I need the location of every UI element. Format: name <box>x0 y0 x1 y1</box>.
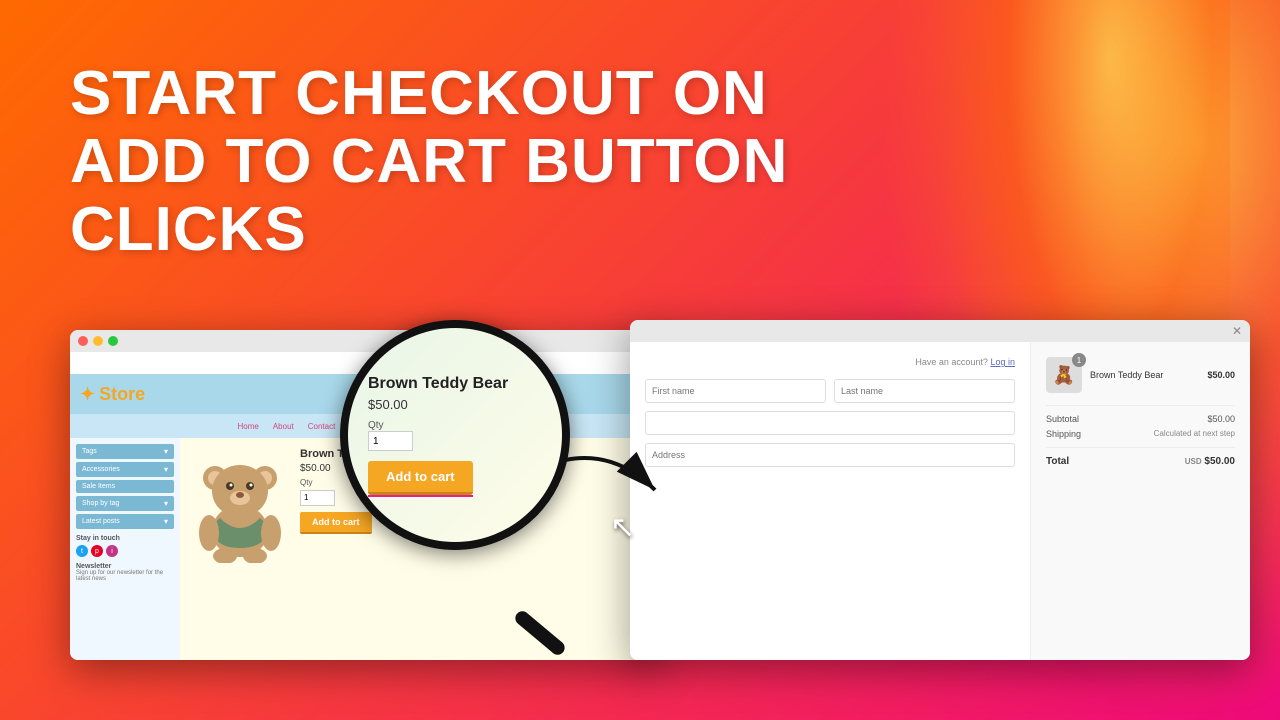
arrow-icon: ▾ <box>164 465 168 474</box>
sidebar-item-tags: Tags ▾ <box>76 444 174 459</box>
address-row <box>645 443 1015 467</box>
country-row <box>645 411 1015 435</box>
store-add-to-cart-button[interactable]: Add to cart <box>300 512 372 534</box>
have-account-text: Have an account? Log in <box>645 357 1015 367</box>
store-sidebar: Tags ▾ Accessories ▾ Sale Items Shop by … <box>70 438 180 660</box>
sidebar-item-accessories: Accessories ▾ <box>76 462 174 477</box>
main-headline: START CHECKOUT ON ADD TO CART BUTTON CLI… <box>70 60 850 265</box>
checkout-close-button[interactable]: ✕ <box>1232 324 1242 338</box>
summary-product-name: Brown Teddy Bear <box>1090 370 1199 380</box>
store-title-text: Store <box>99 384 145 405</box>
total-label: Total <box>1046 456 1069 467</box>
mag-add-to-cart-button[interactable]: Add to cart <box>368 461 473 495</box>
name-row <box>645 379 1015 403</box>
summary-product: 🧸 1 Brown Teddy Bear $50.00 <box>1046 357 1235 393</box>
arrow-icon: ▾ <box>164 499 168 508</box>
arrow-icon: ▾ <box>164 517 168 526</box>
checkout-titlebar: ✕ <box>630 320 1250 342</box>
checkout-window: ✕ Have an account? Log in <box>630 320 1250 660</box>
summary-badge: 1 <box>1072 353 1086 367</box>
sidebar-item-sale: Sale Items <box>76 480 174 493</box>
sidebar-item-shopbytag: Shop by tag ▾ <box>76 496 174 511</box>
summary-divider <box>1046 405 1235 406</box>
nav-home: Home <box>237 422 258 431</box>
subtotal-value: $50.00 <box>1207 414 1235 424</box>
nav-about: About <box>273 422 294 431</box>
pinterest-icon: p <box>91 545 103 557</box>
teddy-svg <box>195 453 285 563</box>
address-input[interactable] <box>645 443 1015 467</box>
nav-contact: Contact <box>308 422 336 431</box>
mag-product-name: Brown Teddy Bear <box>368 375 508 393</box>
summary-divider-2 <box>1046 447 1235 448</box>
total-value-row: USD $50.00 <box>1185 456 1235 467</box>
login-link[interactable]: Log in <box>990 357 1015 367</box>
arrow-icon: ▾ <box>164 447 168 456</box>
summary-product-price: $50.00 <box>1207 370 1235 380</box>
instagram-icon: i <box>106 545 118 557</box>
twitter-icon: t <box>76 545 88 557</box>
headline-line1: START CHECKOUT ON <box>70 60 850 128</box>
checkout-summary: 🧸 1 Brown Teddy Bear $50.00 Subtotal $50… <box>1030 342 1250 660</box>
last-name-input[interactable] <box>834 379 1015 403</box>
social-icons: t p i <box>76 545 174 557</box>
subtotal-row: Subtotal $50.00 <box>1046 414 1235 424</box>
shipping-row: Shipping Calculated at next step <box>1046 429 1235 439</box>
store-qty-input[interactable] <box>300 490 335 506</box>
magnifier-circle: Brown Teddy Bear $50.00 Qty Add to cart <box>340 320 570 550</box>
shipping-value: Calculated at next step <box>1154 429 1235 439</box>
maximize-dot <box>108 336 118 346</box>
currency-label: USD <box>1185 457 1202 466</box>
subtotal-label: Subtotal <box>1046 414 1079 424</box>
cursor-icon: ↖ <box>610 510 635 545</box>
country-select[interactable] <box>645 411 1015 435</box>
store-titlebar <box>70 330 660 352</box>
store-logo: ✦ Store <box>80 384 145 405</box>
newsletter-title: Newsletter <box>76 563 174 570</box>
product-image <box>190 448 290 568</box>
mag-qty-label: Qty <box>368 420 384 431</box>
sidebar-item-latestposts: Latest posts ▾ <box>76 514 174 529</box>
summary-product-image: 🧸 1 <box>1046 357 1082 393</box>
first-name-input[interactable] <box>645 379 826 403</box>
mag-price: $50.00 <box>368 397 408 412</box>
newsletter-subtitle: Sign up for our newsletter for the lates… <box>76 570 174 582</box>
have-account-label: Have an account? <box>915 357 988 367</box>
close-dot <box>78 336 88 346</box>
shipping-label: Shipping <box>1046 429 1081 439</box>
newsletter-section: Newsletter Sign up for our newsletter fo… <box>76 563 174 582</box>
minimize-dot <box>93 336 103 346</box>
checkout-form: Have an account? Log in <box>630 342 1030 660</box>
checkout-body: Have an account? Log in 🧸 1 <box>630 342 1250 660</box>
mag-qty-input[interactable] <box>368 431 413 451</box>
social-section-title: Stay in touch <box>76 535 174 542</box>
teddy-mini-icon: 🧸 <box>1053 365 1075 386</box>
arrow-decoration <box>555 440 675 520</box>
total-amount: $50.00 <box>1204 456 1235 467</box>
headline-line2: ADD TO CART BUTTON CLICKS <box>70 128 850 264</box>
total-row: Total USD $50.00 <box>1046 456 1235 467</box>
star-icon: ✦ <box>80 384 95 405</box>
